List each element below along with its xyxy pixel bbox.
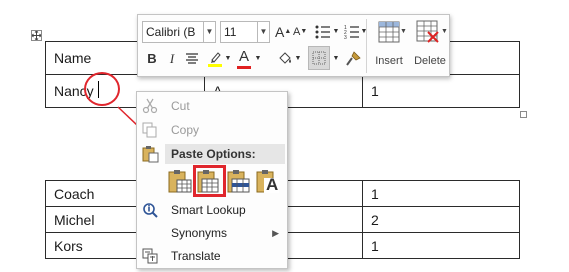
annotation-circle — [84, 72, 120, 106]
menu-item-synonyms[interactable]: Synonyms ▶ — [137, 222, 287, 244]
paste-options-header: Paste Options: — [165, 144, 285, 164]
annotation-highlight-box — [193, 165, 226, 197]
shading-button[interactable] — [276, 48, 294, 70]
table-cell[interactable]: 1 — [362, 180, 520, 207]
translate-icon — [142, 248, 158, 264]
format-painter-icon — [346, 51, 361, 66]
table-resize-handle[interactable] — [520, 111, 527, 118]
table-delete-icon — [416, 20, 439, 43]
font-size-dropdown-icon[interactable]: ▼ — [258, 21, 270, 43]
context-menu: Cut Copy Paste Options: A Smart Lookup S… — [136, 91, 288, 269]
numbering-button[interactable]: 1 2 3 — [343, 21, 361, 43]
copy-icon — [142, 122, 157, 138]
scissors-icon — [142, 98, 158, 114]
font-name-box[interactable]: Calibri (B — [142, 21, 204, 43]
table-cell[interactable]: 2 — [362, 206, 520, 233]
borders-icon — [312, 51, 326, 65]
delete-button[interactable]: ▼ Delete — [410, 19, 450, 75]
menu-item-translate[interactable]: Translate — [137, 245, 287, 267]
svg-text:3: 3 — [344, 35, 347, 40]
highlight-dropdown-icon[interactable]: ▼ — [224, 48, 232, 70]
shrink-font-button[interactable]: A▼ — [293, 21, 307, 43]
highlight-button[interactable] — [206, 48, 224, 70]
font-size-box[interactable]: 11 — [220, 21, 258, 43]
submenu-arrow-icon: ▶ — [272, 228, 279, 238]
bullets-icon — [315, 25, 330, 39]
menu-item-smart-lookup[interactable]: Smart Lookup — [137, 199, 287, 221]
grow-font-button[interactable]: A▲ — [275, 21, 291, 43]
shading-dropdown-icon[interactable]: ▼ — [294, 48, 302, 70]
paint-bucket-icon — [279, 52, 291, 64]
table-insert-icon — [378, 21, 400, 43]
italic-button[interactable]: I — [164, 48, 180, 70]
menu-item-cut[interactable]: Cut — [137, 95, 287, 117]
insert-dropdown-icon: ▼ — [400, 28, 407, 35]
delete-dropdown-icon: ▼ — [441, 28, 448, 35]
borders-button[interactable] — [308, 46, 330, 70]
center-align-icon — [186, 53, 198, 64]
menu-item-copy[interactable]: Copy — [137, 119, 287, 141]
bullets-dropdown-icon[interactable]: ▼ — [332, 21, 340, 43]
insert-button[interactable]: ▼ Insert — [370, 19, 408, 75]
paste-option-keep-text-only[interactable]: A — [255, 168, 281, 194]
paste-keep-text-letter: A — [266, 175, 279, 194]
paste-nest-table-icon — [168, 170, 192, 193]
highlighter-icon — [208, 52, 222, 67]
mini-toolbar: Calibri (B ▼ 11 ▼ A▲ A▼ ▼ 1 2 3 ▼ B I ▼ … — [137, 14, 450, 77]
format-painter-button[interactable] — [344, 48, 362, 70]
paste-option-nest-table[interactable] — [167, 168, 193, 194]
borders-dropdown-icon[interactable]: ▼ — [332, 48, 340, 70]
table-cell[interactable]: 1 — [362, 232, 520, 259]
font-color-button[interactable]: A — [236, 46, 252, 69]
smart-lookup-icon — [143, 203, 158, 218]
table-cell[interactable]: 1 — [362, 74, 520, 108]
paste-option-insert-as-new-rows[interactable] — [226, 168, 252, 194]
paste-insert-rows-icon — [227, 170, 250, 193]
center-align-button[interactable] — [184, 48, 200, 70]
font-color-swatch — [237, 66, 251, 69]
table-move-handle[interactable] — [31, 30, 42, 41]
numbering-icon: 1 2 3 — [344, 25, 359, 41]
bold-button[interactable]: B — [144, 48, 160, 70]
paste-icon — [142, 146, 159, 163]
font-name-dropdown-icon[interactable]: ▼ — [204, 21, 216, 43]
bullets-button[interactable] — [314, 21, 332, 43]
toolbar-separator — [366, 19, 367, 73]
font-color-dropdown-icon[interactable]: ▼ — [254, 48, 262, 70]
